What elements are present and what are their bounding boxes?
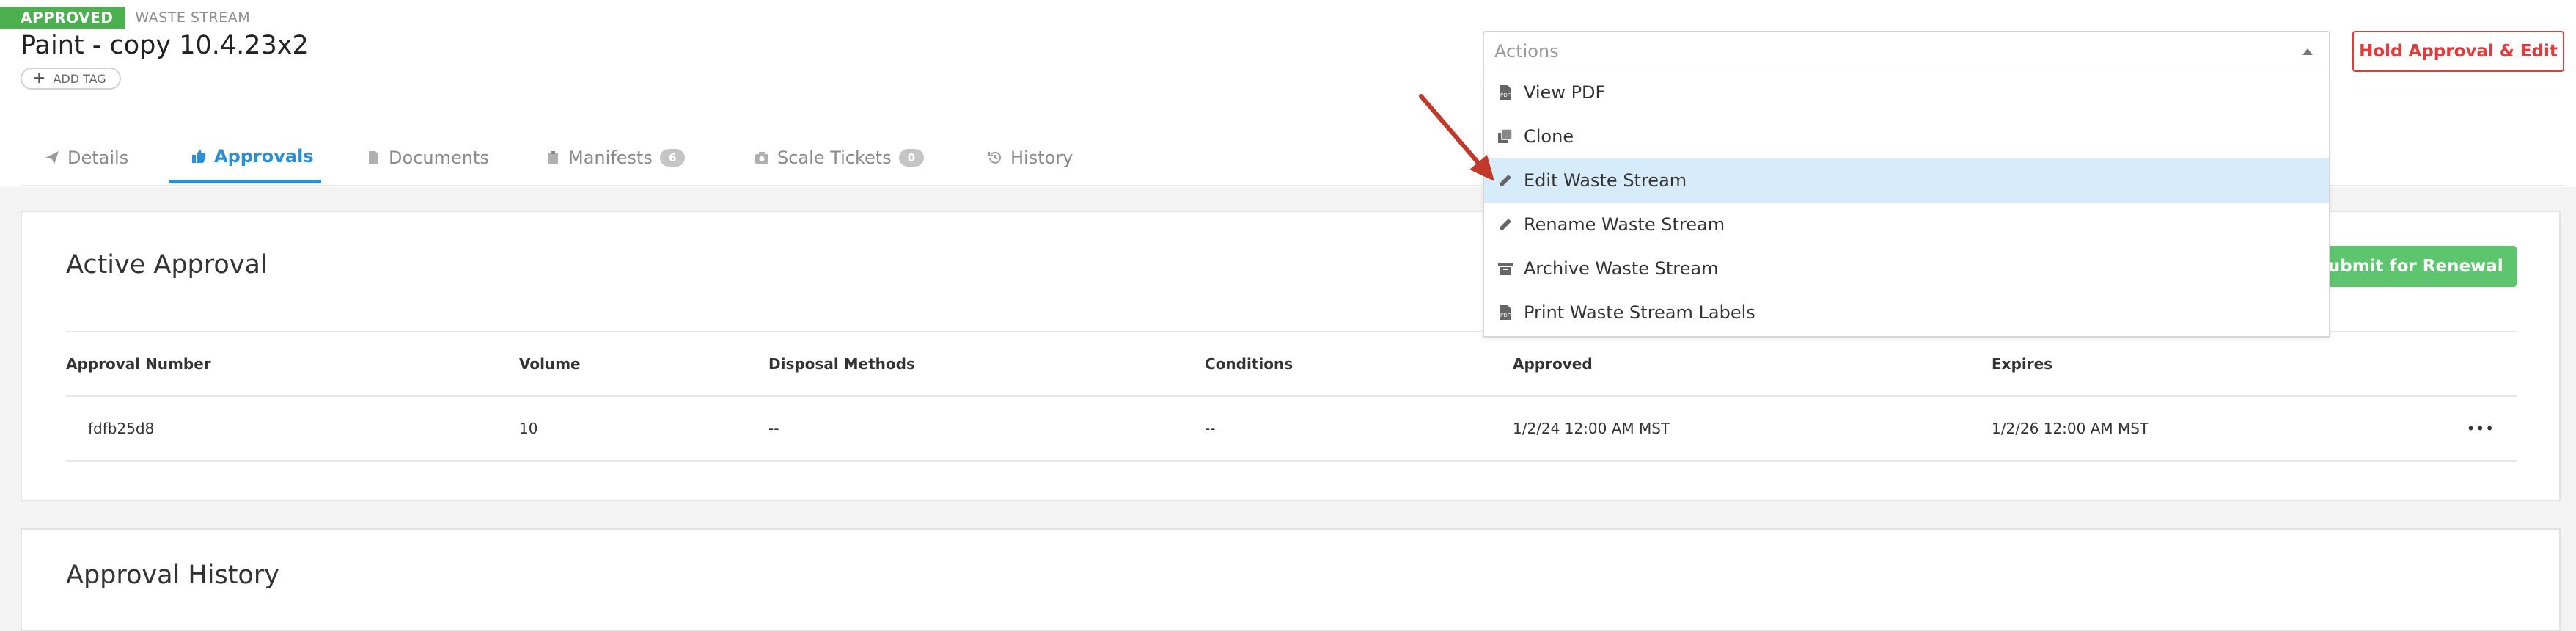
pdf-file-icon: PDF [1497,304,1513,321]
thumbs-up-icon [191,148,207,164]
row-menu-button[interactable]: ••• [2467,397,2495,460]
actions-dropdown[interactable]: Actions [1483,31,2330,72]
menu-item-edit-waste-stream[interactable]: Edit Waste Stream [1484,158,2329,203]
tab-label: Approvals [214,145,314,167]
menu-item-clone[interactable]: Clone [1484,114,2329,158]
menu-item-label: Rename Waste Stream [1524,214,1725,235]
clipboard-icon [545,150,561,166]
tab-label: Scale Tickets [777,147,892,168]
tab-details[interactable]: Details [44,132,128,183]
tab-documents[interactable]: Documents [365,132,489,183]
camera-icon [754,150,770,166]
tab-label: Details [67,147,129,168]
status-badge: APPROVED [0,7,125,29]
pencil-icon [1497,216,1513,233]
annotation-arrow-icon [1419,94,1494,181]
tab-label: Manifests [568,147,653,168]
approval-history-title: Approval History [66,561,279,590]
archive-icon [1497,260,1513,277]
disposal-methods-cell: -- [768,420,779,437]
menu-item-label: Edit Waste Stream [1524,170,1687,191]
menu-item-view-pdf[interactable]: PDF View PDF [1484,70,2329,114]
column-header: Volume [519,355,581,373]
menu-item-label: View PDF [1524,82,1606,103]
caret-up-icon [2302,48,2313,55]
hold-approval-edit-button[interactable]: Hold Approval & Edit [2352,31,2564,72]
status-row: APPROVED WASTE STREAM [0,7,250,29]
approved-cell: 1/2/24 12:00 AM MST [1513,420,1670,437]
approval-history-card: Approval History [21,528,2561,631]
manifests-count-badge: 6 [659,149,686,167]
approval-number-cell: fdfb25d8 [88,420,155,437]
add-tag-label: ADD TAG [53,71,106,86]
active-approval-title: Active Approval [66,250,268,280]
menu-item-archive-waste-stream[interactable]: Archive Waste Stream [1484,247,2329,291]
plus-icon: + [32,69,46,87]
menu-item-label: Clone [1524,126,1574,147]
expires-cell: 1/2/26 12:00 AM MST [1992,420,2149,437]
column-header: Disposal Methods [768,355,915,373]
menu-item-rename-waste-stream[interactable]: Rename Waste Stream [1484,203,2329,247]
tab-label: History [1010,147,1074,168]
tab-label: Documents [389,147,489,168]
tab-scale-tickets[interactable]: Scale Tickets 0 [754,132,925,183]
menu-item-print-labels[interactable]: PDF Print Waste Stream Labels [1484,291,2329,335]
paper-plane-icon [44,150,60,166]
record-type-label: WASTE STREAM [135,10,251,26]
add-tag-button[interactable]: + ADD TAG [21,68,121,90]
column-header: Approval Number [66,355,211,373]
tab-history[interactable]: History [987,132,1073,183]
column-header: Approved [1513,355,1593,373]
page-title: Paint - copy 10.4.23x2 [21,31,309,60]
menu-item-label: Archive Waste Stream [1524,258,1719,279]
table-header: Approval Number Volume Disposal Methods … [66,331,2517,395]
approvals-table: Approval Number Volume Disposal Methods … [66,331,2517,462]
scale-tickets-count-badge: 0 [898,149,925,167]
actions-placeholder: Actions [1494,41,1559,62]
column-header: Expires [1992,355,2053,373]
volume-cell: 10 [519,420,538,437]
table-row: fdfb25d8 10 -- -- 1/2/24 12:00 AM MST 1/… [66,395,2517,462]
menu-item-label: Print Waste Stream Labels [1524,302,1755,323]
document-icon [365,150,381,166]
actions-menu: PDF View PDF Clone Edit Waste Stream Ren… [1483,70,2330,338]
column-header: Conditions [1205,355,1293,373]
history-icon [987,150,1003,166]
tab-manifests[interactable]: Manifests 6 [545,132,686,183]
svg-text:PDF: PDF [1500,313,1511,318]
conditions-cell: -- [1205,420,1216,437]
tab-approvals[interactable]: Approvals [169,132,321,183]
